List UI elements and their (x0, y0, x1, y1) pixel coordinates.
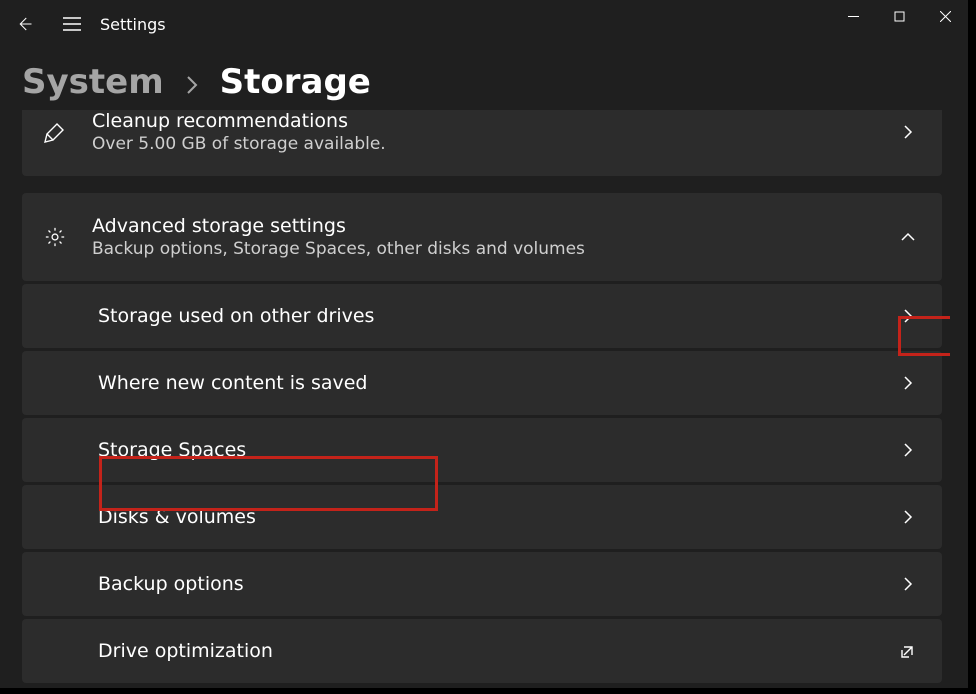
back-button[interactable] (0, 0, 48, 48)
advanced-storage-settings-expander[interactable]: Advanced storage settings Backup options… (22, 193, 942, 281)
sub-item-label: Where new content is saved (98, 372, 894, 394)
chevron-right-icon (894, 302, 922, 330)
advanced-title: Advanced storage settings (92, 215, 894, 237)
minimize-button[interactable] (830, 0, 876, 32)
open-external-icon (894, 637, 922, 665)
chevron-right-icon (894, 369, 922, 397)
cleanup-subtitle: Over 5.00 GB of storage available. (92, 134, 894, 154)
content-area: Cleanup recommendations Over 5.00 GB of … (22, 110, 960, 688)
cleanup-recommendations-card[interactable]: Cleanup recommendations Over 5.00 GB of … (22, 110, 942, 176)
chevron-up-icon (894, 223, 922, 251)
cleanup-title: Cleanup recommendations (92, 110, 894, 132)
chevron-right-icon (894, 570, 922, 598)
titlebar: Settings (0, 0, 968, 48)
breadcrumb-current: Storage (220, 62, 371, 102)
maximize-button[interactable] (876, 0, 922, 32)
breadcrumb-parent[interactable]: System (22, 62, 164, 102)
gear-icon (42, 226, 68, 248)
breadcrumb: System Storage (0, 48, 968, 116)
sub-item-label: Backup options (98, 573, 894, 595)
nav-menu-button[interactable] (48, 7, 96, 41)
chevron-right-icon (894, 118, 922, 146)
sub-item-drive-optimization[interactable]: Drive optimization (22, 619, 942, 683)
chevron-right-icon (894, 436, 922, 464)
scrollbar-track[interactable] (950, 110, 960, 688)
sub-item-label: Drive optimization (98, 640, 894, 662)
broom-icon (42, 120, 68, 144)
app-title: Settings (100, 15, 166, 34)
advanced-subtitle: Backup options, Storage Spaces, other di… (92, 239, 894, 259)
sub-item-backup-options[interactable]: Backup options (22, 552, 942, 616)
sub-item-label: Storage used on other drives (98, 305, 894, 327)
sub-item-storage-spaces[interactable]: Storage Spaces (22, 418, 942, 482)
chevron-right-icon (186, 75, 198, 95)
chevron-right-icon (894, 503, 922, 531)
sub-item-label: Disks & volumes (98, 506, 894, 528)
sub-item-label: Storage Spaces (98, 439, 894, 461)
sub-item-where-new-content-saved[interactable]: Where new content is saved (22, 351, 942, 415)
sub-item-disks-volumes[interactable]: Disks & volumes (22, 485, 942, 549)
sub-item-storage-used-other-drives[interactable]: Storage used on other drives (22, 284, 942, 348)
close-button[interactable] (922, 0, 968, 32)
